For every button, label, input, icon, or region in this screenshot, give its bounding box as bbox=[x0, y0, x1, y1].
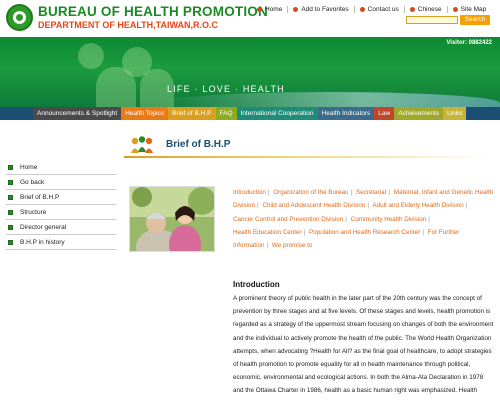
sidebar-item-structure[interactable]: Structure bbox=[6, 205, 116, 220]
elderly-and-child-photo bbox=[129, 186, 215, 252]
contact-icon bbox=[359, 6, 365, 12]
nav-health-topics[interactable]: Health Topics bbox=[121, 107, 169, 120]
photo-illustration bbox=[130, 187, 214, 251]
nav-links[interactable]: Links bbox=[443, 107, 467, 120]
visitor-counter: Visitor: 0882422 bbox=[446, 40, 492, 46]
intro-text: A prominent theory of public health in t… bbox=[233, 295, 494, 395]
bullet-icon bbox=[8, 224, 13, 230]
top-link-home[interactable]: Home bbox=[252, 6, 287, 13]
page-heading: Brief of B.H.P bbox=[124, 132, 494, 158]
bullet-icon bbox=[8, 239, 13, 245]
bullet-icon bbox=[8, 164, 13, 170]
bhp-logo-icon[interactable] bbox=[6, 4, 33, 31]
page-title: Brief of B.H.P bbox=[166, 139, 231, 150]
site-subtitle: DEPARTMENT OF HEALTH,TAIWAN,R.O.C bbox=[38, 20, 218, 30]
link-adult-elderly[interactable]: Adult and Elderly Health Division bbox=[372, 202, 463, 209]
heading-people-icon bbox=[131, 136, 153, 153]
link-health-education[interactable]: Health Education Center bbox=[233, 229, 302, 236]
banner-decor-circle bbox=[78, 43, 104, 69]
heading-underline bbox=[124, 156, 494, 158]
banner-decor-circle bbox=[96, 67, 136, 107]
section-links: Introduction | Organization of the Bureau… bbox=[233, 189, 494, 250]
link-child-adolescent[interactable]: Child and Adolescent Health Division bbox=[262, 202, 365, 209]
site-title[interactable]: BUREAU OF HEALTH PROMOTION bbox=[38, 4, 268, 19]
top-link-chinese[interactable]: Chinese bbox=[403, 5, 447, 13]
banner-tagline: LIFE · LOVE · HEALTH bbox=[167, 84, 285, 94]
link-population-research[interactable]: Population and Health Research Center bbox=[309, 229, 420, 236]
nav-achievements[interactable]: Achievements bbox=[394, 107, 444, 120]
link-we-promise[interactable]: We promise to bbox=[272, 242, 312, 249]
search-button[interactable]: Search bbox=[460, 15, 490, 25]
language-icon bbox=[409, 6, 415, 12]
nav-international-cooperation[interactable]: International Cooperation bbox=[236, 107, 318, 120]
nav-brief-bhp[interactable]: Brief of B.H.P bbox=[168, 107, 216, 120]
sidebar-item-director[interactable]: Director general bbox=[6, 220, 116, 235]
link-community-health[interactable]: Community Health Division bbox=[351, 216, 427, 223]
nav-faq[interactable]: FAQ bbox=[215, 107, 237, 120]
search-input[interactable] bbox=[406, 16, 458, 24]
home-icon bbox=[257, 6, 262, 12]
sitemap-icon bbox=[452, 6, 458, 12]
main-nav: Announcements & Spotlight Health Topics … bbox=[0, 107, 500, 120]
nav-law[interactable]: Law bbox=[374, 107, 395, 120]
sidebar-item-go-back[interactable]: Go back bbox=[6, 175, 116, 190]
header-banner: Visitor: 0882422 LIFE · LOVE · HEALTH bbox=[0, 37, 500, 107]
sidebar-item-history[interactable]: B.H.P in history bbox=[6, 235, 116, 250]
bullet-icon bbox=[8, 194, 13, 200]
sidebar-item-brief[interactable]: Brief of B.H.P bbox=[6, 190, 116, 205]
bullet-icon bbox=[8, 179, 13, 185]
favorites-icon bbox=[293, 6, 299, 12]
banner-swoosh bbox=[160, 92, 500, 107]
top-links: Home Add to Favorites Contact us Chinese… bbox=[252, 4, 491, 14]
link-organization[interactable]: Organization of the Bureau bbox=[273, 189, 348, 196]
nav-health-indicators[interactable]: Health Indicators bbox=[317, 107, 375, 120]
bullet-icon bbox=[8, 209, 13, 215]
link-introduction[interactable]: Introduction bbox=[233, 189, 266, 196]
link-cancer-control[interactable]: Cancer Control and Prevention Division bbox=[233, 216, 343, 223]
left-sidebar: Home Go back Brief of B.H.P Structure Di… bbox=[6, 160, 116, 250]
top-link-favorites[interactable]: Add to Favorites bbox=[287, 5, 353, 13]
nav-announcements[interactable]: Announcements & Spotlight bbox=[33, 107, 122, 120]
sidebar-item-home[interactable]: Home bbox=[6, 160, 116, 175]
site-header: BUREAU OF HEALTH PROMOTION DEPARTMENT OF… bbox=[0, 0, 500, 34]
top-link-contact[interactable]: Contact us bbox=[353, 5, 404, 13]
top-link-sitemap[interactable]: Site Map bbox=[446, 5, 492, 13]
link-secretariat[interactable]: Secretariat bbox=[356, 189, 386, 196]
intro-title: Introduction bbox=[233, 280, 280, 289]
